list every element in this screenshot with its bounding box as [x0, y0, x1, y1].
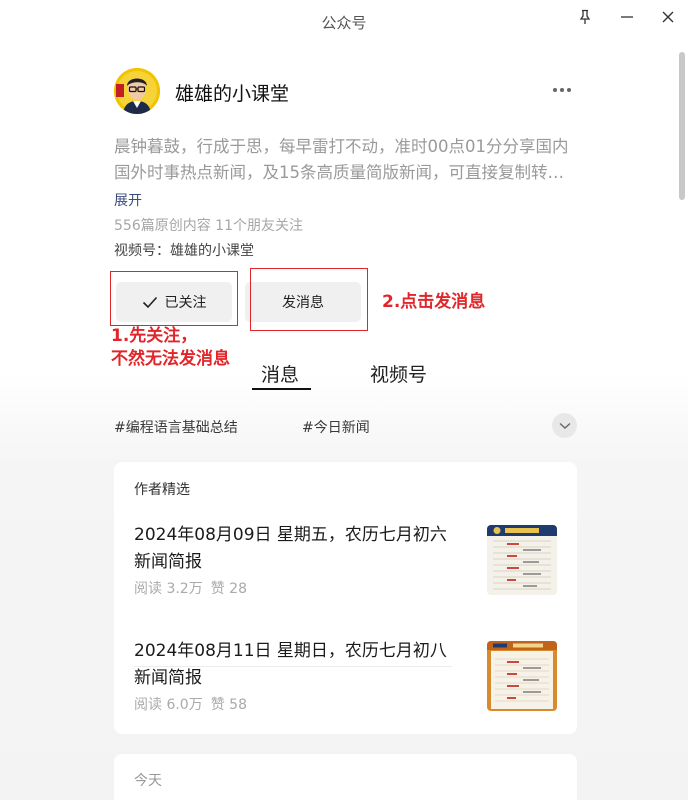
- check-icon: [142, 296, 157, 308]
- avatar-image: [114, 68, 160, 114]
- article-meta: 阅读 6.0万赞 58: [134, 694, 247, 714]
- minimize-button[interactable]: [613, 6, 641, 28]
- account-description: 晨钟暮鼓，行成于思，每早雷打不动，准时00点01分分享国内国外时事热点新闻，及1…: [114, 137, 569, 182]
- article-item[interactable]: 2024年08月09日 星期五，农历七月初六新闻简报 阅读 3.2万赞 28: [114, 512, 577, 667]
- expand-hashtags-button[interactable]: [552, 413, 577, 438]
- article-meta: 阅读 3.2万赞 28: [134, 578, 247, 598]
- avatar[interactable]: [114, 68, 160, 114]
- chevron-down-icon: [559, 422, 570, 429]
- send-message-label: 发消息: [282, 295, 324, 311]
- featured-heading: 作者精选: [134, 482, 190, 498]
- channel-link[interactable]: 视频号：雄雄的小课堂: [114, 240, 254, 260]
- article-thumbnail: [487, 641, 557, 711]
- scrollbar-thumb[interactable]: [679, 52, 685, 200]
- article-reads: 阅读 6.0万: [134, 697, 203, 713]
- active-tab-indicator: [252, 388, 311, 390]
- account-name: 雄雄的小课堂: [175, 83, 290, 105]
- minimize-icon: [621, 16, 633, 18]
- article-thumbnail: [487, 525, 557, 595]
- annotation-step2: 2.点击发消息: [382, 292, 486, 312]
- pin-button[interactable]: [571, 6, 599, 28]
- followed-button[interactable]: 已关注: [116, 282, 232, 322]
- article-likes: 赞 58: [210, 697, 247, 713]
- hashtag-today-news[interactable]: #今日新闻: [302, 417, 370, 437]
- tab-channels[interactable]: 视频号: [370, 360, 427, 387]
- more-options-button[interactable]: [548, 80, 576, 100]
- annotation-step1-line2: 不然无法发消息: [111, 349, 230, 369]
- followed-label: 已关注: [164, 295, 207, 311]
- hashtag-programming[interactable]: #编程语言基础总结: [114, 417, 238, 437]
- featured-card: 作者精选 2024年08月09日 星期五，农历七月初六新闻简报 阅读 3.2万赞…: [114, 462, 577, 734]
- account-stats[interactable]: 556篇原创内容 11个朋友关注: [114, 215, 303, 235]
- article-item[interactable]: 2024年08月11日 星期日，农历七月初八新闻简报 阅读 6.0万赞 58: [114, 628, 577, 732]
- today-card: 今天: [114, 754, 577, 800]
- article-likes: 赞 28: [210, 581, 247, 597]
- article-reads: 阅读 3.2万: [134, 581, 203, 597]
- send-message-button[interactable]: 发消息: [245, 282, 361, 322]
- article-title: 2024年08月11日 星期日，农历七月初八新闻简报: [134, 641, 447, 688]
- tab-messages[interactable]: 消息: [261, 360, 299, 387]
- article-title: 2024年08月09日 星期五，农历七月初六新闻简报: [134, 525, 447, 572]
- title-bar: 公众号: [0, 0, 688, 44]
- close-button[interactable]: [654, 6, 682, 28]
- more-dots-icon: [553, 88, 557, 92]
- expand-link[interactable]: 展开: [114, 190, 142, 210]
- close-icon: [662, 11, 674, 23]
- pin-icon: [579, 9, 591, 24]
- annotation-step1-line1: 1.先关注，: [111, 326, 198, 346]
- today-label: 今天: [134, 773, 162, 789]
- annotation-step1: 1.先关注， 不然无法发消息: [111, 325, 230, 371]
